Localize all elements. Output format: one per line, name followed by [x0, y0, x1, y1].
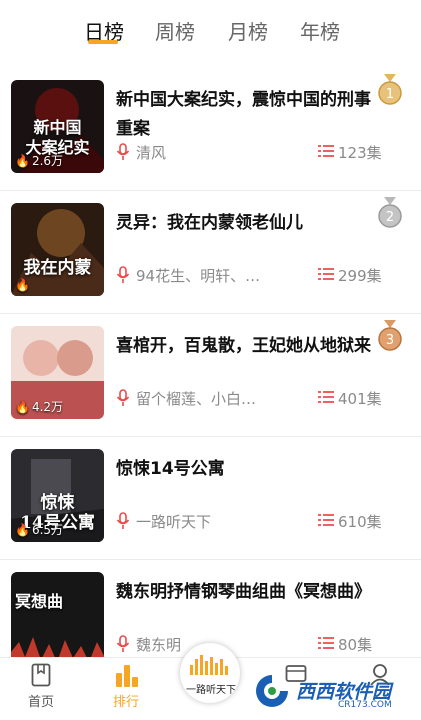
active-tab-indicator	[88, 40, 118, 44]
list-item[interactable]: 🔥 4.2万 喜棺开，百鬼散，王妃她从地狱来 留个榴莲、小白… 401集 3	[0, 314, 421, 437]
play-count: 🔥 2.6万	[15, 153, 64, 169]
cover-title: 冥想曲	[15, 592, 64, 611]
svg-text:2: 2	[386, 210, 394, 225]
cover-image: 🔥 4.2万	[11, 326, 104, 419]
item-title: 灵异：我在内蒙领老仙儿	[116, 213, 303, 233]
ranking-icon	[116, 665, 138, 687]
episode-list-icon	[318, 637, 334, 649]
item-title: 新中国大案纪实，震惊中国的刑事重案	[116, 90, 371, 139]
episode-list-icon	[318, 514, 334, 526]
silver-medal-icon: 2	[378, 197, 402, 228]
episode-count: 299集	[338, 267, 382, 285]
episode-count: 80集	[338, 636, 373, 654]
mic-icon	[116, 143, 130, 160]
mic-icon	[116, 512, 130, 529]
tab-yearly[interactable]: 年榜	[300, 16, 340, 45]
episode-count: 610集	[338, 513, 382, 531]
mic-icon	[116, 635, 130, 652]
play-count: 🔥 6.5万	[15, 522, 64, 538]
item-meta: 清风 123集	[116, 142, 406, 162]
nav-home[interactable]: 首页	[6, 658, 76, 720]
mic-icon	[116, 266, 130, 283]
list-item[interactable]: 惊悚 14号公寓 🔥 6.5万 惊悚14号公寓 一路听天下 610集	[0, 437, 421, 560]
play-count: 🔥 4.2万	[15, 399, 64, 415]
tab-monthly[interactable]: 月榜	[228, 16, 268, 45]
item-meta: 留个榴莲、小白… 401集	[116, 388, 406, 408]
cover-title: 我在内蒙	[23, 258, 92, 278]
now-playing-button[interactable]: 一路听天下	[180, 643, 240, 703]
nav-ranking-label: 排行	[112, 695, 139, 710]
svg-text:3: 3	[386, 333, 394, 348]
nav-ranking[interactable]: 排行	[91, 658, 161, 720]
episode-list-icon	[318, 391, 334, 403]
cover-image: 冥想曲	[11, 572, 104, 665]
nav-home-label: 首页	[27, 695, 54, 710]
svg-text:1: 1	[386, 87, 394, 102]
gold-medal-icon: 1	[378, 74, 402, 105]
item-meta: 一路听天下 610集	[116, 511, 406, 531]
list-item[interactable]: 新中国 大案纪实 🔥 2.6万 新中国大案纪实，震惊中国的刑事重案 清风 123集 …	[0, 68, 421, 191]
ranking-period-tabs: 日榜 周榜 月榜 年榜	[0, 0, 421, 60]
episode-list-icon	[318, 268, 334, 280]
item-title: 喜棺开，百鬼散，王妃她从地狱来	[116, 336, 371, 356]
watermark-mark-icon	[256, 675, 288, 707]
item-meta: 94花生、明轩、… 299集	[116, 265, 406, 285]
author-name: 留个榴莲、小白…	[136, 390, 257, 408]
author-name: 一路听天下	[136, 513, 212, 531]
item-meta: 魏东明 80集	[116, 634, 406, 654]
episode-list-icon	[318, 145, 334, 157]
item-title: 魏东明抒情钢琴曲组曲《冥想曲》	[116, 582, 371, 602]
cover-image: 新中国 大案纪实 🔥 2.6万	[11, 80, 104, 173]
list-item[interactable]: 我在内蒙 🔥 灵异：我在内蒙领老仙儿 94花生、明轩、… 299集 2	[0, 191, 421, 314]
watermark-logo: 西西软件园 CR173.COM	[250, 672, 410, 710]
author-name: 魏东明	[136, 636, 182, 654]
mic-icon	[116, 389, 130, 406]
cover-image: 我在内蒙 🔥	[11, 203, 104, 296]
watermark-subtext: CR173.COM	[338, 700, 392, 710]
cover-image: 惊悚 14号公寓 🔥 6.5万	[11, 449, 104, 542]
now-playing-label: 一路听天下	[186, 685, 236, 696]
book-icon	[31, 663, 51, 687]
item-title: 惊悚14号公寓	[116, 459, 225, 479]
tab-weekly[interactable]: 周榜	[155, 16, 195, 45]
episode-count: 123集	[338, 144, 382, 162]
episode-count: 401集	[338, 390, 382, 408]
play-count: 🔥	[15, 278, 30, 292]
author-name: 清风	[136, 144, 167, 162]
bronze-medal-icon: 3	[378, 320, 402, 351]
author-name: 94花生、明轩、…	[136, 267, 261, 285]
